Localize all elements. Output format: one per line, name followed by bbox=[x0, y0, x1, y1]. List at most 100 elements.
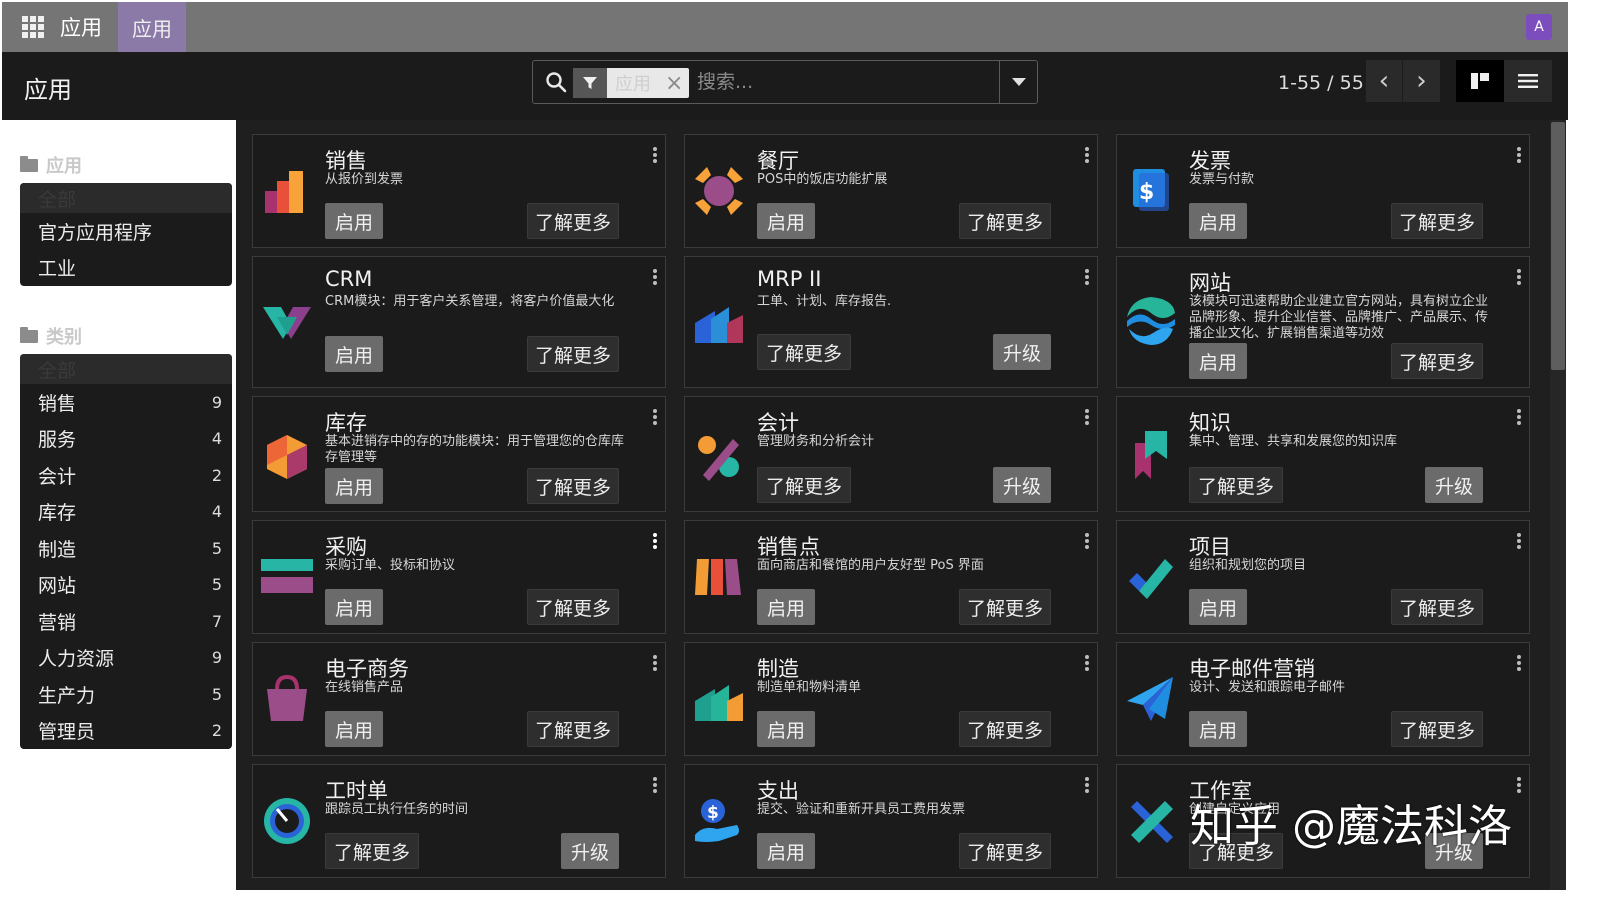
learn-more-button[interactable]: 了解更多 bbox=[959, 711, 1051, 747]
category-item[interactable]: 会计 2 bbox=[20, 457, 232, 494]
app-card-expenses[interactable]: $ 支出 提交、验证和重新开具员工费用发票 启用 了解更多 bbox=[684, 764, 1098, 878]
category-item[interactable]: 人力资源 9 bbox=[20, 640, 232, 677]
upgrade-button[interactable]: 升级 bbox=[561, 833, 619, 869]
learn-more-button[interactable]: 了解更多 bbox=[1391, 589, 1483, 625]
learn-more-button[interactable]: 了解更多 bbox=[959, 203, 1051, 239]
app-card-pos[interactable]: 销售点 面向商店和餐馆的用户友好型 PoS 界面 启用 了解更多 bbox=[684, 520, 1098, 634]
install-button[interactable]: 启用 bbox=[1189, 343, 1247, 379]
learn-more-button[interactable]: 了解更多 bbox=[527, 203, 619, 239]
app-card-website[interactable]: 网站 该模块可迅速帮助企业建立官方网站，具有树立企业品牌形象、提升企业信誉、品牌… bbox=[1116, 256, 1530, 388]
close-icon[interactable]: × bbox=[665, 71, 689, 96]
pager-previous-button[interactable]: ‹ bbox=[1366, 60, 1403, 102]
upgrade-button[interactable]: 升级 bbox=[993, 467, 1051, 503]
kebab-menu-icon[interactable] bbox=[1517, 147, 1521, 163]
category-item[interactable]: 服务 4 bbox=[20, 421, 232, 458]
learn-more-button[interactable]: 了解更多 bbox=[959, 833, 1051, 869]
app-card-manufacturing[interactable]: 制造 制造单和物料清单 启用 了解更多 bbox=[684, 642, 1098, 756]
install-button[interactable]: 启用 bbox=[757, 203, 815, 239]
pager-next-button[interactable]: › bbox=[1403, 60, 1440, 102]
learn-more-button[interactable]: 了解更多 bbox=[757, 334, 851, 370]
learn-more-button[interactable]: 了解更多 bbox=[325, 833, 419, 869]
app-card-mrp[interactable]: MRP II 工单、计划、库存报告. 了解更多 升级 bbox=[684, 256, 1098, 388]
category-all[interactable]: 全部 bbox=[20, 354, 232, 384]
pager-value[interactable]: 1-55 / 55 bbox=[1278, 72, 1364, 94]
learn-more-button[interactable]: 了解更多 bbox=[1391, 711, 1483, 747]
kebab-menu-icon[interactable] bbox=[1085, 147, 1089, 163]
app-card-email-marketing[interactable]: 电子邮件营销 设计、发送和跟踪电子邮件 启用 了解更多 bbox=[1116, 642, 1530, 756]
install-button[interactable]: 启用 bbox=[325, 711, 383, 747]
kebab-menu-icon[interactable] bbox=[1517, 269, 1521, 285]
upgrade-button[interactable]: 升级 bbox=[1425, 467, 1483, 503]
learn-more-button[interactable]: 了解更多 bbox=[1189, 467, 1283, 503]
learn-more-button[interactable]: 了解更多 bbox=[959, 589, 1051, 625]
app-card-invoicing[interactable]: $ 发票 发票与付款 启用 了解更多 bbox=[1116, 134, 1530, 248]
install-button[interactable]: 启用 bbox=[1189, 203, 1247, 239]
kebab-menu-icon[interactable] bbox=[1517, 655, 1521, 671]
user-avatar[interactable]: A bbox=[1526, 14, 1552, 40]
kebab-menu-icon[interactable] bbox=[1085, 533, 1089, 549]
category-item[interactable]: 库存 4 bbox=[20, 494, 232, 531]
category-item[interactable]: 销售 9 bbox=[20, 384, 232, 421]
install-button[interactable]: 启用 bbox=[757, 589, 815, 625]
app-card-project[interactable]: 项目 组织和规划您的项目 启用 了解更多 bbox=[1116, 520, 1530, 634]
kebab-menu-icon[interactable] bbox=[653, 533, 657, 549]
install-button[interactable]: 启用 bbox=[325, 589, 383, 625]
kebab-menu-icon[interactable] bbox=[653, 147, 657, 163]
search-input[interactable] bbox=[697, 65, 987, 99]
kebab-menu-icon[interactable] bbox=[1085, 777, 1089, 793]
install-button[interactable]: 启用 bbox=[325, 468, 383, 504]
app-card-purchase[interactable]: 采购 采购订单、投标和协议 启用 了解更多 bbox=[252, 520, 666, 634]
scrollbar-thumb[interactable] bbox=[1551, 122, 1565, 370]
navbar-menu-apps[interactable]: 应用 bbox=[118, 2, 186, 52]
install-button[interactable]: 启用 bbox=[325, 203, 383, 239]
kebab-menu-icon[interactable] bbox=[653, 777, 657, 793]
kebab-menu-icon[interactable] bbox=[653, 269, 657, 285]
kebab-menu-icon[interactable] bbox=[1517, 409, 1521, 425]
kebab-menu-icon[interactable] bbox=[653, 409, 657, 425]
app-card-sales[interactable]: 销售 从报价到发票 启用 了解更多 bbox=[252, 134, 666, 248]
app-card-knowledge[interactable]: 知识 集中、管理、共享和发展您的知识库 了解更多 升级 bbox=[1116, 396, 1530, 512]
list-view-button[interactable] bbox=[1504, 60, 1552, 102]
learn-more-button[interactable]: 了解更多 bbox=[757, 467, 851, 503]
kebab-menu-icon[interactable] bbox=[1085, 409, 1089, 425]
search-options-toggle[interactable] bbox=[999, 61, 1037, 103]
pos-app-icon bbox=[695, 559, 741, 595]
kebab-menu-icon[interactable] bbox=[653, 655, 657, 671]
install-button[interactable]: 启用 bbox=[325, 336, 383, 372]
upgrade-button[interactable]: 升级 bbox=[993, 334, 1051, 370]
install-button[interactable]: 启用 bbox=[757, 833, 815, 869]
learn-more-button[interactable]: 了解更多 bbox=[1391, 203, 1483, 239]
kebab-menu-icon[interactable] bbox=[1517, 777, 1521, 793]
kanban-view-button[interactable] bbox=[1456, 60, 1504, 102]
manufacturing-app-icon bbox=[695, 685, 743, 721]
kebab-menu-icon[interactable] bbox=[1085, 269, 1089, 285]
install-button[interactable]: 启用 bbox=[1189, 589, 1247, 625]
accounting-app-icon bbox=[698, 436, 739, 481]
learn-more-button[interactable]: 了解更多 bbox=[527, 711, 619, 747]
category-item[interactable]: 营销 7 bbox=[20, 603, 232, 640]
app-card-crm[interactable]: CRM CRM模块：用于客户关系管理，将客户价值最大化 启用 了解更多 bbox=[252, 256, 666, 388]
kebab-menu-icon[interactable] bbox=[1085, 655, 1089, 671]
category-item[interactable]: 生产力 5 bbox=[20, 676, 232, 713]
search-icon[interactable] bbox=[545, 71, 567, 93]
apps-filter-all[interactable]: 全部 bbox=[20, 183, 232, 213]
app-card-restaurant[interactable]: 餐厅 POS中的饭店功能扩展 启用 了解更多 bbox=[684, 134, 1098, 248]
install-button[interactable]: 启用 bbox=[757, 711, 815, 747]
app-card-ecommerce[interactable]: 电子商务 在线销售产品 启用 了解更多 bbox=[252, 642, 666, 756]
kebab-menu-icon[interactable] bbox=[1517, 533, 1521, 549]
category-item[interactable]: 制造 5 bbox=[20, 530, 232, 567]
app-card-timesheet[interactable]: 工时单 跟踪员工执行任务的时间 了解更多 升级 bbox=[252, 764, 666, 878]
learn-more-button[interactable]: 了解更多 bbox=[1391, 343, 1483, 379]
app-card-accounting[interactable]: 会计 管理财务和分析会计 了解更多 升级 bbox=[684, 396, 1098, 512]
app-grid-icon[interactable] bbox=[22, 16, 44, 38]
learn-more-button[interactable]: 了解更多 bbox=[527, 468, 619, 504]
learn-more-button[interactable]: 了解更多 bbox=[527, 336, 619, 372]
category-item[interactable]: 网站 5 bbox=[20, 567, 232, 604]
apps-filter-industry[interactable]: 工业 bbox=[20, 250, 232, 287]
category-item[interactable]: 管理员 2 bbox=[20, 713, 232, 750]
learn-more-button[interactable]: 了解更多 bbox=[527, 589, 619, 625]
apps-filter-official[interactable]: 官方应用程序 bbox=[20, 213, 232, 250]
app-card-inventory[interactable]: 库存 基本进销存中的存的功能模块：用于管理您的仓库库存管理等 启用 了解更多 bbox=[252, 396, 666, 512]
navbar-app-title[interactable]: 应用 bbox=[60, 12, 102, 42]
install-button[interactable]: 启用 bbox=[1189, 711, 1247, 747]
